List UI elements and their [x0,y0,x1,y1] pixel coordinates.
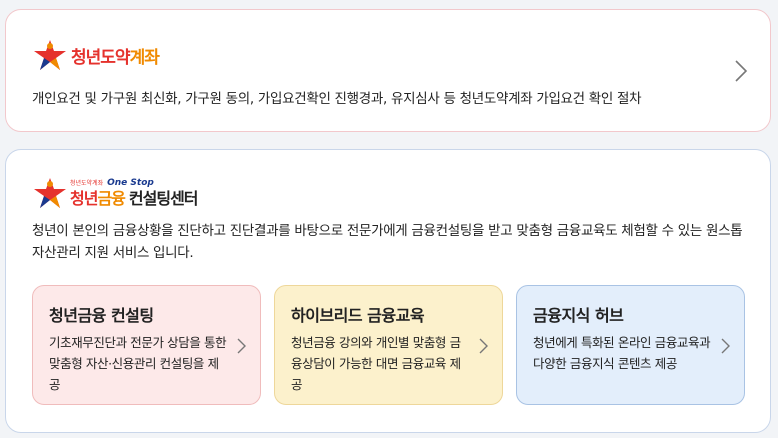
service-description: 청년금융 강의와 개인별 맞춤형 금융상담이 가능한 대면 금융교육 제공 [291,335,461,392]
service-title: 금융지식 허브 [533,306,624,325]
star-person-icon [34,178,66,208]
chevron-right-icon [721,338,730,354]
chevron-right-icon [237,338,246,354]
service-card-hybrid-education[interactable]: 하이브리드 금융교육 청년금융 강의와 개인별 맞춤형 금융상담이 가능한 대면… [274,285,503,405]
service-title: 하이브리드 금융교육 [291,306,425,325]
service-card-knowledge-hub[interactable]: 금융지식 허브 청년에게 특화된 온라인 금융교육과 다양한 금융지식 콘텐츠 … [516,285,745,405]
youth-leap-account-logo: 청년도약계좌 [33,38,160,72]
service-title: 청년금융 컨설팅 [49,306,154,325]
consulting-center-description: 청년이 본인의 금융상황을 진단하고 진단결과를 바탕으로 전문가에게 금융컨설… [32,223,743,261]
chevron-right-icon [479,338,488,354]
logo-main-text: 청년금융 컨설팅센터 [70,189,199,208]
service-description: 기초재무진단과 전문가 상담을 통한 맞춤형 자산·신용관리 컨설팅을 제공 [49,335,227,392]
youth-leap-account-description: 개인요건 및 가구원 최신화, 가구원 동의, 가입요건확인 진행경과, 유지심… [32,91,642,107]
service-description: 청년에게 특화된 온라인 금융교육과 다양한 금융지식 콘텐츠 제공 [533,335,711,371]
logo-onestop-text: One Stop [107,178,154,188]
youth-finance-consulting-card: 청년도약계좌 One Stop 청년금융 컨설팅센터 청년이 본인의 금융상황을 … [5,149,771,433]
chevron-right-icon[interactable] [734,59,748,83]
logo-small-text: 청년도약계좌 [70,179,104,187]
youth-leap-account-card[interactable]: 청년도약계좌 개인요건 및 가구원 최신화, 가구원 동의, 가입요건확인 진행… [5,9,771,132]
service-card-consulting[interactable]: 청년금융 컨설팅 기초재무진단과 전문가 상담을 통한 맞춤형 자산·신용관리 … [32,285,261,405]
star-person-icon [34,40,66,70]
youth-leap-account-logo-text: 청년도약계좌 [71,47,160,68]
youth-finance-consulting-logo: 청년도약계좌 One Stop 청년금융 컨설팅센터 [33,174,199,212]
